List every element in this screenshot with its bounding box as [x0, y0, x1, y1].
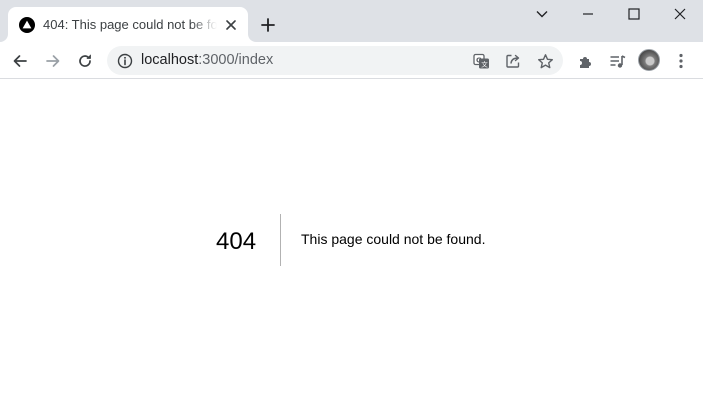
error-code: 404: [216, 228, 257, 255]
tab-close-icon[interactable]: [222, 16, 240, 34]
tab-title: 404: This page could not be found: [43, 17, 217, 32]
tab-active[interactable]: 404: This page could not be found: [8, 7, 248, 42]
info-icon[interactable]: [116, 52, 133, 69]
minimize-icon[interactable]: [578, 4, 598, 24]
new-tab-icon[interactable]: [258, 15, 278, 35]
error-message: This page could not be found.: [301, 231, 486, 247]
url-text[interactable]: localhost:3000/index: [141, 52, 273, 69]
share-icon[interactable]: [503, 51, 523, 71]
chevron-down-icon[interactable]: [532, 4, 552, 24]
address-bar[interactable]: localhost:3000/index G 文: [107, 46, 563, 75]
media-queue-icon[interactable]: [604, 48, 630, 74]
url-path: :3000/index: [198, 52, 274, 68]
maximize-icon[interactable]: [624, 4, 644, 24]
error-divider: [280, 214, 281, 266]
arrow-left-icon[interactable]: [7, 48, 33, 74]
page-content: 404 This page could not be found.: [0, 80, 703, 400]
tab-strip: 404: This page could not be found: [0, 0, 703, 42]
kebab-menu-icon[interactable]: [668, 48, 694, 74]
arrow-right-icon[interactable]: [40, 48, 66, 74]
url-host: localhost: [141, 52, 199, 68]
puzzle-icon[interactable]: [572, 48, 598, 74]
close-window-icon[interactable]: [670, 4, 690, 24]
reload-icon[interactable]: [72, 48, 98, 74]
nextjs-triangle-icon: [19, 16, 35, 33]
translate-icon[interactable]: G 文: [471, 51, 491, 71]
toolbar: localhost:3000/index G 文: [0, 42, 703, 79]
avatar[interactable]: [638, 49, 660, 71]
svg-text:文: 文: [481, 59, 488, 68]
star-icon[interactable]: [535, 51, 555, 71]
